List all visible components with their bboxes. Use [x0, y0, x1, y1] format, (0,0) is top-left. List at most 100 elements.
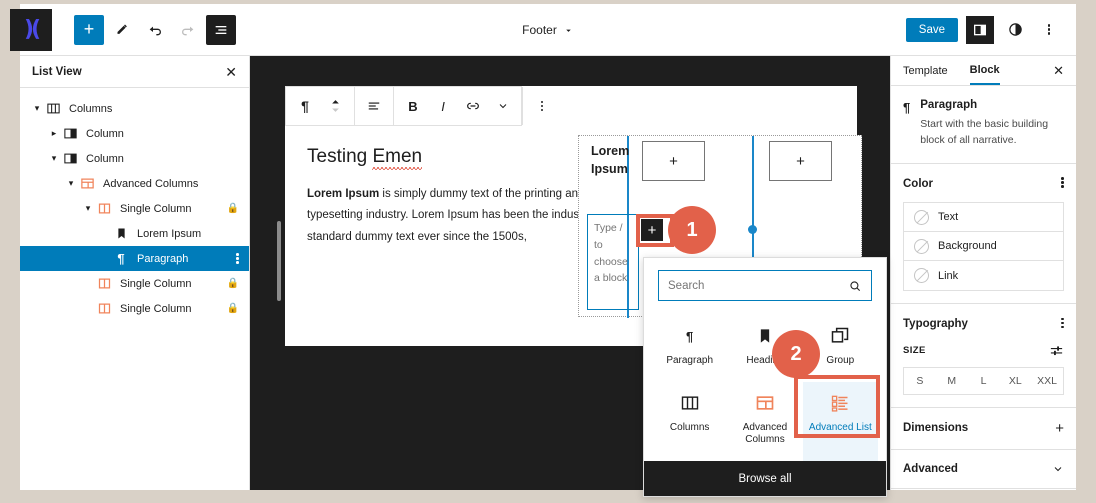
typography-section: Typography SIZE S M L XL XXL: [891, 304, 1076, 408]
list-view-item-column[interactable]: ▸ Column: [20, 121, 249, 146]
inserter-block-grid: ¶ Paragraph Heading Group Columns Advanced Co…: [644, 311, 886, 461]
font-size-selector: S M L XL XXL: [903, 366, 1064, 395]
more-formats-chevron-down-icon[interactable]: [488, 87, 518, 125]
tab-block[interactable]: Block: [969, 56, 1000, 85]
color-option-background[interactable]: Background: [904, 232, 1063, 262]
canvas-scrollbar[interactable]: [277, 221, 281, 301]
chevron-down-icon[interactable]: [1052, 463, 1064, 475]
list-view-item-paragraph[interactable]: ¶ Paragraph: [20, 246, 249, 271]
lock-icon: 🔒: [226, 278, 239, 289]
paragraph-type-icon[interactable]: ¶: [290, 87, 320, 125]
font-size-label: SIZE: [903, 344, 926, 356]
annotation-badge-1-number: 1: [686, 218, 698, 241]
document-title-dropdown[interactable]: Footer: [522, 23, 574, 37]
chevron-down-icon[interactable]: ▾: [47, 153, 61, 164]
close-icon[interactable]: ✕: [225, 65, 237, 79]
align-icon[interactable]: [359, 87, 389, 125]
top-toolbar: )( + Footer Save: [10, 4, 1076, 56]
color-option-link[interactable]: Link: [904, 261, 1063, 290]
block-info-title: Paragraph: [920, 99, 978, 111]
annotation-badge-2-number: 2: [790, 342, 802, 365]
undo-icon[interactable]: [140, 15, 170, 45]
column-icon: [61, 150, 79, 168]
tab-template[interactable]: Template: [903, 56, 948, 85]
plus-icon[interactable]: +: [1055, 421, 1064, 436]
redo-icon[interactable]: [173, 15, 203, 45]
block-info-description: Start with the basic building block of a…: [920, 118, 1049, 147]
search-icon: [850, 280, 861, 291]
bold-icon[interactable]: B: [398, 87, 428, 125]
empty-column-add-1[interactable]: +: [642, 141, 705, 181]
close-icon[interactable]: ✕: [1053, 63, 1064, 79]
list-view-item-single-column[interactable]: Single Column 🔒: [20, 271, 249, 296]
chevron-right-icon[interactable]: ▸: [47, 128, 61, 139]
chevron-down-icon[interactable]: ▾: [30, 103, 44, 114]
paragraph-icon: ¶: [686, 328, 694, 344]
italic-icon[interactable]: I: [428, 87, 458, 125]
column-resize-handle[interactable]: [748, 225, 757, 234]
empty-column-add-2[interactable]: +: [769, 141, 832, 181]
color-option-text[interactable]: Text: [904, 203, 1063, 233]
list-view-item-single-column[interactable]: Single Column 🔒: [20, 296, 249, 321]
chevron-down-icon[interactable]: ▾: [81, 203, 95, 214]
empty-paragraph-placeholder[interactable]: Type / to choose a block: [587, 214, 639, 310]
list-view-item-options-icon[interactable]: [236, 252, 239, 266]
font-size-s[interactable]: S: [904, 375, 936, 387]
list-view-item-label: Column: [86, 152, 124, 165]
inserter-block-label: Paragraph: [666, 355, 714, 366]
toolbar-group-more: [523, 87, 561, 125]
list-view-panel: List View ✕ ▾ Columns ▸ Column ▾ Column ▾ Advan…: [20, 56, 250, 490]
color-section: Color Text Background Link: [891, 164, 1076, 305]
add-block-glyph: +: [83, 19, 95, 39]
font-size-l[interactable]: L: [968, 375, 1000, 387]
font-size-m[interactable]: M: [936, 375, 968, 387]
list-view-item-advanced-columns[interactable]: ▾ Advanced Columns: [20, 171, 249, 196]
font-size-xxl[interactable]: XXL: [1031, 375, 1063, 387]
font-size-xl[interactable]: XL: [999, 375, 1031, 387]
add-block-button[interactable]: +: [74, 14, 104, 45]
single-column-icon: [95, 300, 113, 318]
more-options-icon[interactable]: [1036, 17, 1062, 43]
save-button[interactable]: Save: [905, 17, 958, 42]
contrast-icon[interactable]: [1002, 17, 1028, 43]
color-option-label: Link: [938, 269, 959, 282]
list-view-item-columns[interactable]: ▾ Columns: [20, 96, 249, 121]
inserter-block-paragraph[interactable]: ¶ Paragraph: [652, 315, 727, 382]
link-icon[interactable]: [458, 87, 488, 125]
dimensions-section[interactable]: Dimensions +: [891, 408, 1076, 450]
inserter-block-label: Group: [826, 355, 855, 366]
toolbar-group-type: ¶: [286, 87, 355, 125]
more-options-icon[interactable]: [1061, 316, 1064, 333]
single-column-icon: [95, 200, 113, 218]
plus-icon: +: [796, 152, 805, 170]
search-input[interactable]: [668, 279, 848, 292]
inserter-block-advanced-list[interactable]: Advanced List: [802, 381, 878, 461]
inserter-block-label: Advanced List: [808, 421, 872, 433]
list-view-item-label: Single Column: [120, 277, 192, 290]
group-icon: [830, 325, 850, 347]
sidebar-toggle-icon[interactable]: [966, 15, 994, 44]
move-updown-icon[interactable]: [320, 87, 350, 125]
annotation-badge-1: 1: [668, 206, 716, 254]
list-view-item-single-column[interactable]: ▾ Single Column 🔒: [20, 196, 249, 221]
list-view-item-column[interactable]: ▾ Column: [20, 146, 249, 171]
edit-pencil-icon[interactable]: [107, 15, 137, 45]
list-view-item-label: Columns: [69, 102, 113, 115]
body-paragraph[interactable]: Lorem Ipsum is simply dummy text of the …: [307, 184, 607, 248]
list-view-icon[interactable]: [206, 14, 236, 45]
inserter-block-columns[interactable]: Columns: [652, 382, 727, 461]
list-view-item-label: Single Column: [120, 202, 192, 215]
brand-logo-icon[interactable]: )(: [10, 8, 52, 51]
chevron-down-icon[interactable]: ▾: [64, 178, 78, 189]
advanced-section[interactable]: Advanced: [891, 450, 1076, 489]
inserter-block-advanced-columns[interactable]: Advanced Columns: [727, 382, 802, 461]
block-options-icon[interactable]: [527, 87, 557, 125]
advanced-columns-heading: Lorem Ipsum: [591, 144, 630, 177]
advanced-columns-icon: [755, 392, 775, 414]
browse-all-button[interactable]: Browse all: [644, 461, 886, 496]
search-field[interactable]: [658, 270, 872, 301]
sliders-icon[interactable]: [1049, 343, 1064, 358]
app-root: )( + Footer Save List View ✕ ▾ Columns ▸…: [0, 0, 1096, 503]
list-view-item-lorem-ipsum[interactable]: Lorem Ipsum: [20, 221, 249, 246]
more-options-icon[interactable]: [1061, 176, 1064, 193]
